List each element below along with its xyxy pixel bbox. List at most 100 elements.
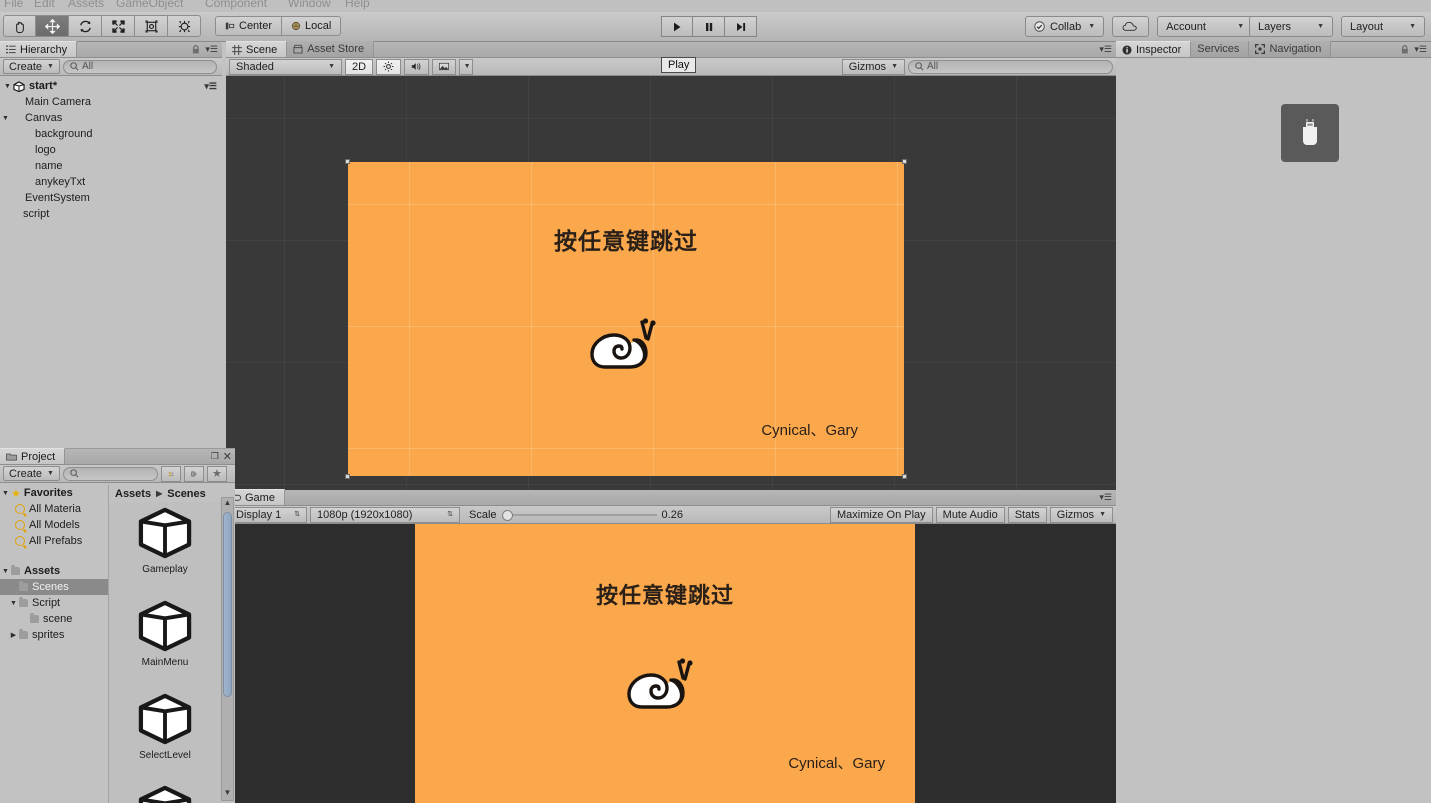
layers-button[interactable]: Layers ▼	[1249, 16, 1333, 37]
tab-navigation[interactable]: Navigation	[1249, 41, 1332, 57]
chevron-down-icon[interactable]: ▼	[8, 600, 19, 607]
project-tree-assets[interactable]: ▼ Assets	[0, 563, 108, 579]
scale-tool-button[interactable]	[102, 15, 135, 37]
chevron-down-icon[interactable]: ▼	[2, 83, 13, 90]
tab-project[interactable]: Project	[0, 448, 66, 464]
menu-item-file[interactable]: File	[4, 0, 23, 10]
hierarchy-search-input[interactable]: All	[62, 59, 217, 74]
breadcrumb-assets[interactable]: Assets	[115, 488, 151, 500]
tab-services[interactable]: Services	[1191, 41, 1250, 57]
menu-item-window[interactable]: Window	[288, 0, 331, 10]
project-asset-grid[interactable]: Assets ▶ Scenes Gameplay MainMenu Select…	[108, 485, 235, 803]
filter-label-button[interactable]	[183, 465, 204, 482]
hierarchy-menu-icon[interactable]: ▾☰	[205, 44, 218, 55]
scrollbar-thumb[interactable]	[223, 512, 232, 697]
effects-toggle-button[interactable]	[432, 58, 457, 75]
asset-item-selectlevel[interactable]: SelectLevel	[115, 693, 215, 761]
mode-2d-toggle[interactable]: 2D	[345, 58, 374, 75]
menu-item-component[interactable]: Component	[205, 0, 267, 10]
lock-icon[interactable]	[192, 44, 200, 54]
project-tree-script[interactable]: ▼ Script	[0, 595, 108, 611]
breadcrumb-scenes[interactable]: Scenes	[167, 488, 206, 500]
scene-gizmos-dropdown[interactable]: Gizmos ▼	[841, 58, 905, 75]
asset-item-gameplay[interactable]: Gameplay	[115, 507, 215, 575]
tab-scene[interactable]: Scene	[226, 41, 288, 57]
tab-inspector[interactable]: Inspector	[1116, 41, 1192, 57]
hierarchy-create-button[interactable]: Create ▼	[3, 59, 60, 74]
step-button[interactable]	[725, 16, 757, 37]
hierarchy-item-script[interactable]: script	[0, 206, 222, 222]
scene-menu-icon[interactable]: ▾☰	[1099, 44, 1112, 55]
account-button[interactable]: Account ▼	[1157, 16, 1254, 37]
menu-item-help[interactable]: Help	[345, 0, 370, 10]
move-tool-button[interactable]	[36, 15, 69, 37]
display-dropdown[interactable]: Display 1 ⇅	[229, 506, 307, 523]
maximize-on-play-toggle[interactable]: Maximize On Play	[830, 506, 933, 523]
scene-context-menu-icon[interactable]: ▾☰	[204, 81, 222, 92]
lighting-toggle-button[interactable]	[376, 58, 402, 75]
chevron-down-icon[interactable]: ▼	[0, 490, 11, 497]
hierarchy-scene-root[interactable]: ▼ start* ▾☰	[0, 78, 222, 94]
game-viewport[interactable]: 按任意键跳过 Cynical、Gary	[226, 524, 1116, 803]
chevron-down-icon[interactable]: ▼	[0, 115, 11, 122]
lock-icon[interactable]	[1401, 44, 1409, 54]
maximize-icon[interactable]: ❐	[211, 451, 219, 462]
chevron-right-icon[interactable]: ▶	[8, 631, 19, 639]
pause-button[interactable]	[693, 16, 725, 37]
rotation-mode-button[interactable]: Local	[282, 16, 342, 36]
shading-mode-dropdown[interactable]: Shaded ▼	[229, 58, 342, 75]
menu-bar[interactable]: File Edit Assets GameObject Component Wi…	[0, 0, 1431, 12]
audio-toggle-button[interactable]	[404, 58, 430, 75]
game-gizmos-dropdown[interactable]: Gizmos ▼	[1049, 506, 1113, 523]
hierarchy-item-eventsystem[interactable]: EventSystem	[0, 190, 222, 206]
project-create-button[interactable]: Create ▼	[3, 466, 60, 481]
menu-item-gameobject[interactable]: GameObject	[116, 0, 183, 10]
tab-hierarchy[interactable]: Hierarchy	[0, 41, 78, 57]
scale-slider-group[interactable]: Scale 0.26	[469, 509, 683, 521]
favorites-filter-button[interactable]: ★	[206, 465, 227, 482]
menu-item-edit[interactable]: Edit	[34, 0, 55, 10]
rotate-tool-button[interactable]	[69, 15, 102, 37]
hierarchy-item-anykeytxt[interactable]: anykeyTxt	[0, 174, 222, 190]
effects-dropdown[interactable]: ▼	[459, 58, 474, 75]
scale-slider[interactable]	[501, 509, 657, 521]
scene-search-input[interactable]: All	[908, 59, 1113, 74]
hierarchy-item-background[interactable]: background	[0, 126, 222, 142]
scene-canvas-object[interactable]: 按任意键跳过 Cynical、Gary	[345, 159, 907, 479]
transform-tool-button[interactable]	[168, 15, 201, 37]
hand-tool-button[interactable]	[3, 15, 36, 37]
project-scrollbar[interactable]: ▲ ▼	[221, 497, 234, 801]
project-tree-scenes[interactable]: Scenes	[0, 579, 108, 595]
resolution-dropdown[interactable]: 1080p (1920x1080) ⇅	[310, 506, 460, 523]
game-menu-icon[interactable]: ▾☰	[1099, 492, 1112, 503]
asset-item-partial[interactable]	[115, 785, 215, 803]
menu-item-assets[interactable]: Assets	[68, 0, 104, 10]
mute-audio-toggle[interactable]: Mute Audio	[935, 506, 1005, 523]
project-search-input[interactable]	[62, 466, 158, 481]
hierarchy-item-canvas[interactable]: ▼ Canvas	[0, 110, 222, 126]
inspector-menu-icon[interactable]: ▾☰	[1414, 44, 1427, 55]
layout-button[interactable]: Layout ▼	[1341, 16, 1425, 37]
project-tree-sprites[interactable]: ▶ sprites	[0, 627, 108, 643]
scene-viewport[interactable]: 按任意键跳过 Cynical、Gary	[226, 76, 1116, 490]
chevron-down-icon[interactable]: ▼	[0, 568, 11, 575]
scroll-down-icon[interactable]: ▼	[222, 788, 233, 800]
play-button[interactable]	[661, 16, 693, 37]
tab-asset-store[interactable]: Asset Store	[287, 41, 375, 57]
filter-type-button[interactable]	[160, 465, 181, 482]
project-tree-all-models[interactable]: All Models	[0, 517, 108, 533]
rect-tool-button[interactable]	[135, 15, 168, 37]
collab-button[interactable]: Collab ▼	[1025, 16, 1105, 37]
cloud-button[interactable]	[1112, 16, 1150, 37]
close-icon[interactable]: ✕	[223, 450, 232, 463]
project-tree-favorites[interactable]: ▼ ★ Favorites	[0, 485, 108, 501]
project-tree-all-prefabs[interactable]: All Prefabs	[0, 533, 108, 549]
asset-item-mainmenu[interactable]: MainMenu	[115, 600, 215, 668]
stats-toggle[interactable]: Stats	[1007, 506, 1047, 523]
hierarchy-item-logo[interactable]: logo	[0, 142, 222, 158]
hierarchy-item-main-camera[interactable]: ▶ Main Camera	[0, 94, 222, 110]
project-tree-scene[interactable]: scene	[0, 611, 108, 627]
scroll-up-icon[interactable]: ▲	[222, 498, 233, 510]
project-tree-all-materials[interactable]: All Materia	[0, 501, 108, 517]
hierarchy-item-name[interactable]: name	[0, 158, 222, 174]
